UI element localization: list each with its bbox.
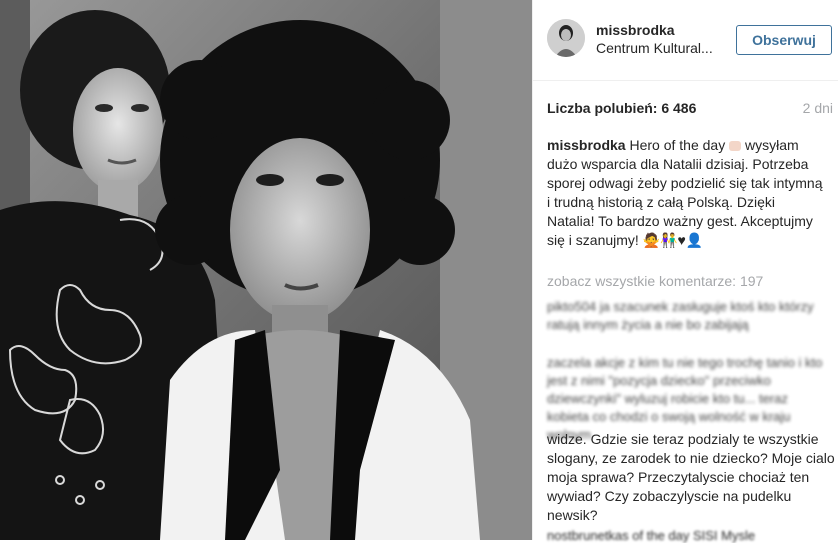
follow-button[interactable]: Obserwuj [736, 25, 832, 55]
avatar[interactable] [547, 19, 585, 57]
photo-illustration [0, 0, 532, 540]
post-sidebar: missbrodka Centrum Kultural... Obserwuj … [532, 0, 838, 543]
location-link[interactable]: Centrum Kultural... [596, 40, 713, 56]
post-photo[interactable] [0, 0, 532, 540]
comment-cut: nostbrunetkas of the day SISI Mysle [547, 528, 756, 543]
likes-count[interactable]: Liczba polubień: 6 486 [547, 100, 696, 116]
post-header: missbrodka Centrum Kultural... Obserwuj [533, 0, 838, 81]
caption-text-2: wysyłam dużo wsparcia dla Natalii dzisia… [547, 137, 823, 248]
blurred-comment-1: pikto504 ja szacunek zasługuje ktoś kto … [547, 299, 814, 332]
username-link[interactable]: missbrodka [596, 22, 675, 38]
post-caption: missbrodka Hero of the day wysyłam dużo … [547, 136, 825, 250]
avatar-image [547, 19, 585, 57]
caption-text: Hero of the day [629, 137, 726, 153]
caption-username[interactable]: missbrodka [547, 137, 626, 153]
flexed-biceps-icon [729, 141, 742, 152]
post-age[interactable]: 2 dni [803, 100, 833, 116]
view-all-comments-link[interactable]: zobacz wszystkie komentarze: 197 [547, 273, 763, 289]
comment-text: widze. Gdzie sie teraz podzialy te wszys… [547, 431, 835, 523]
